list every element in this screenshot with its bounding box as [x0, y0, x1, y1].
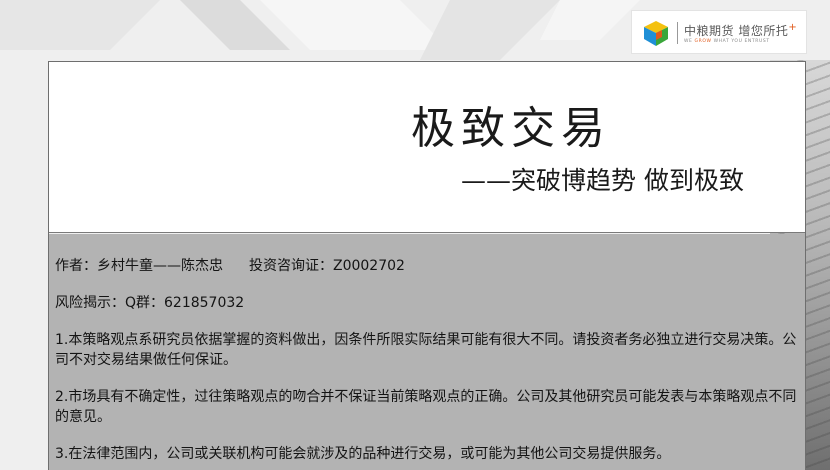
logo-plus: + — [788, 22, 798, 33]
risk-text: 风险揭示：Q群：621857032 — [55, 295, 245, 311]
disclaimer-item: 2.市场具有不确定性，过往策略观点的吻合并不保证当前策略观点的正确。公司及其他研… — [55, 389, 797, 425]
disclaimer-area: 作者：乡村牛童——陈杰忠 投资咨询证：Z0002702 风险揭示：Q群：62185… — [49, 234, 805, 470]
title-area: 极致交易 ——突破博趋势 做到极致 — [49, 62, 805, 233]
logo-company-name: 中粮期货 — [684, 24, 735, 38]
author-line: 作者：乡村牛童——陈杰忠 投资咨询证：Z0002702 — [55, 256, 799, 276]
cube-logo-icon — [644, 21, 668, 46]
disclaimer-item: 3.在法律范围内，公司或关联机构可能会就涉及的品种进行交易，或可能为其他公司交易… — [55, 446, 671, 462]
slide-panel: 极致交易 ——突破博趋势 做到极致 作者：乡村牛童——陈杰忠 投资咨询证：Z000… — [48, 61, 806, 470]
logo-divider — [677, 22, 678, 44]
company-logo: 中粮期货 增您所托+ WE GROW WHAT YOU ENTRUST — [631, 10, 807, 54]
license-text: 投资咨询证：Z0002702 — [249, 258, 405, 274]
logo-text: 中粮期货 增您所托+ — [684, 22, 797, 39]
logo-tagline-highlight: GROW — [694, 39, 712, 44]
logo-tagline-suffix: WHAT YOU ENTRUST — [713, 39, 770, 44]
logo-tagline-prefix: WE — [684, 39, 693, 44]
page-subtitle: ——突破博趋势 做到极致 — [461, 166, 744, 195]
author-text: 作者：乡村牛童——陈杰忠 — [55, 258, 223, 274]
disclaimer-item: 1.本策略观点系研究员依据掌握的资料做出，因条件所限实际结果可能有很大不同。请投… — [55, 332, 797, 368]
logo-tagline: WE GROW WHAT YOU ENTRUST — [684, 39, 770, 44]
logo-slogan: 增您所托 — [738, 24, 789, 38]
page-title: 极致交易 — [411, 103, 611, 154]
